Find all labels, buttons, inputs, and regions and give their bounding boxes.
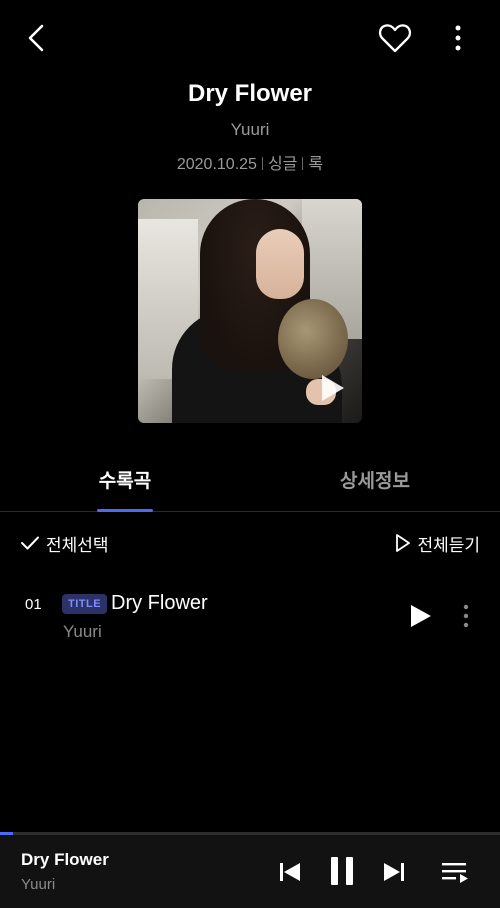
tab-label: 상세정보 [340, 471, 410, 492]
meta-divider [261, 157, 263, 170]
back-button[interactable] [20, 22, 52, 54]
cover-art-element [256, 229, 304, 299]
play-icon[interactable] [406, 602, 434, 630]
track-row[interactable]: 01 TITLE Dry Flower Yuuri [0, 586, 500, 648]
more-options-button[interactable] [444, 22, 472, 54]
tab-label: 수록곡 [98, 471, 152, 492]
album-cover[interactable] [138, 199, 362, 423]
play-all-label: 전체듣기 [417, 535, 480, 555]
release-date: 2020.10.25 [176, 156, 257, 173]
select-all-button[interactable]: 전체선택 [20, 528, 109, 558]
vertical-dots-icon [455, 25, 461, 51]
tab-tracks[interactable]: 수록곡 [80, 460, 170, 512]
album-genre: 록 [308, 156, 324, 173]
meta-divider [302, 157, 304, 170]
check-icon [21, 536, 39, 550]
track-artist: Yuuri [63, 622, 102, 641]
like-button[interactable] [376, 20, 414, 56]
album-title: Dry Flower [187, 80, 313, 107]
active-tab-indicator [97, 509, 153, 512]
cover-art-element [278, 299, 348, 379]
pause-icon[interactable] [326, 854, 358, 888]
album-type: 싱글 [267, 156, 298, 173]
now-playing-title: Dry Flower [21, 850, 109, 869]
chevron-left-icon [28, 24, 44, 52]
tab-details[interactable]: 상세정보 [320, 460, 430, 512]
play-icon[interactable] [314, 371, 348, 405]
playlist-queue-icon[interactable] [440, 858, 470, 886]
progress-bar[interactable] [0, 832, 500, 835]
mini-player[interactable]: Dry Flower Yuuri [0, 832, 500, 908]
skip-next-icon[interactable] [380, 858, 408, 886]
vertical-dots-icon [463, 604, 469, 628]
track-title: Dry Flower [111, 592, 208, 614]
top-bar [0, 0, 500, 76]
skip-previous-icon[interactable] [276, 858, 304, 886]
album-artist[interactable]: Yuuri [0, 120, 500, 140]
heart-outline-icon [378, 24, 412, 53]
list-actions: 전체선택 전체듣기 [0, 528, 500, 558]
progress-fill [0, 832, 13, 835]
track-more-button[interactable] [456, 602, 476, 630]
play-all-button[interactable]: 전체듣기 [395, 528, 480, 558]
album-meta: 2020.10.25 싱글 록 [0, 150, 500, 174]
play-outline-icon [396, 534, 411, 552]
now-playing-artist: Yuuri [21, 876, 56, 893]
tab-bar: 수록곡 상세정보 [0, 460, 500, 512]
track-number: 01 [25, 596, 42, 613]
title-badge: TITLE [62, 594, 108, 614]
select-all-label: 전체선택 [46, 535, 109, 555]
